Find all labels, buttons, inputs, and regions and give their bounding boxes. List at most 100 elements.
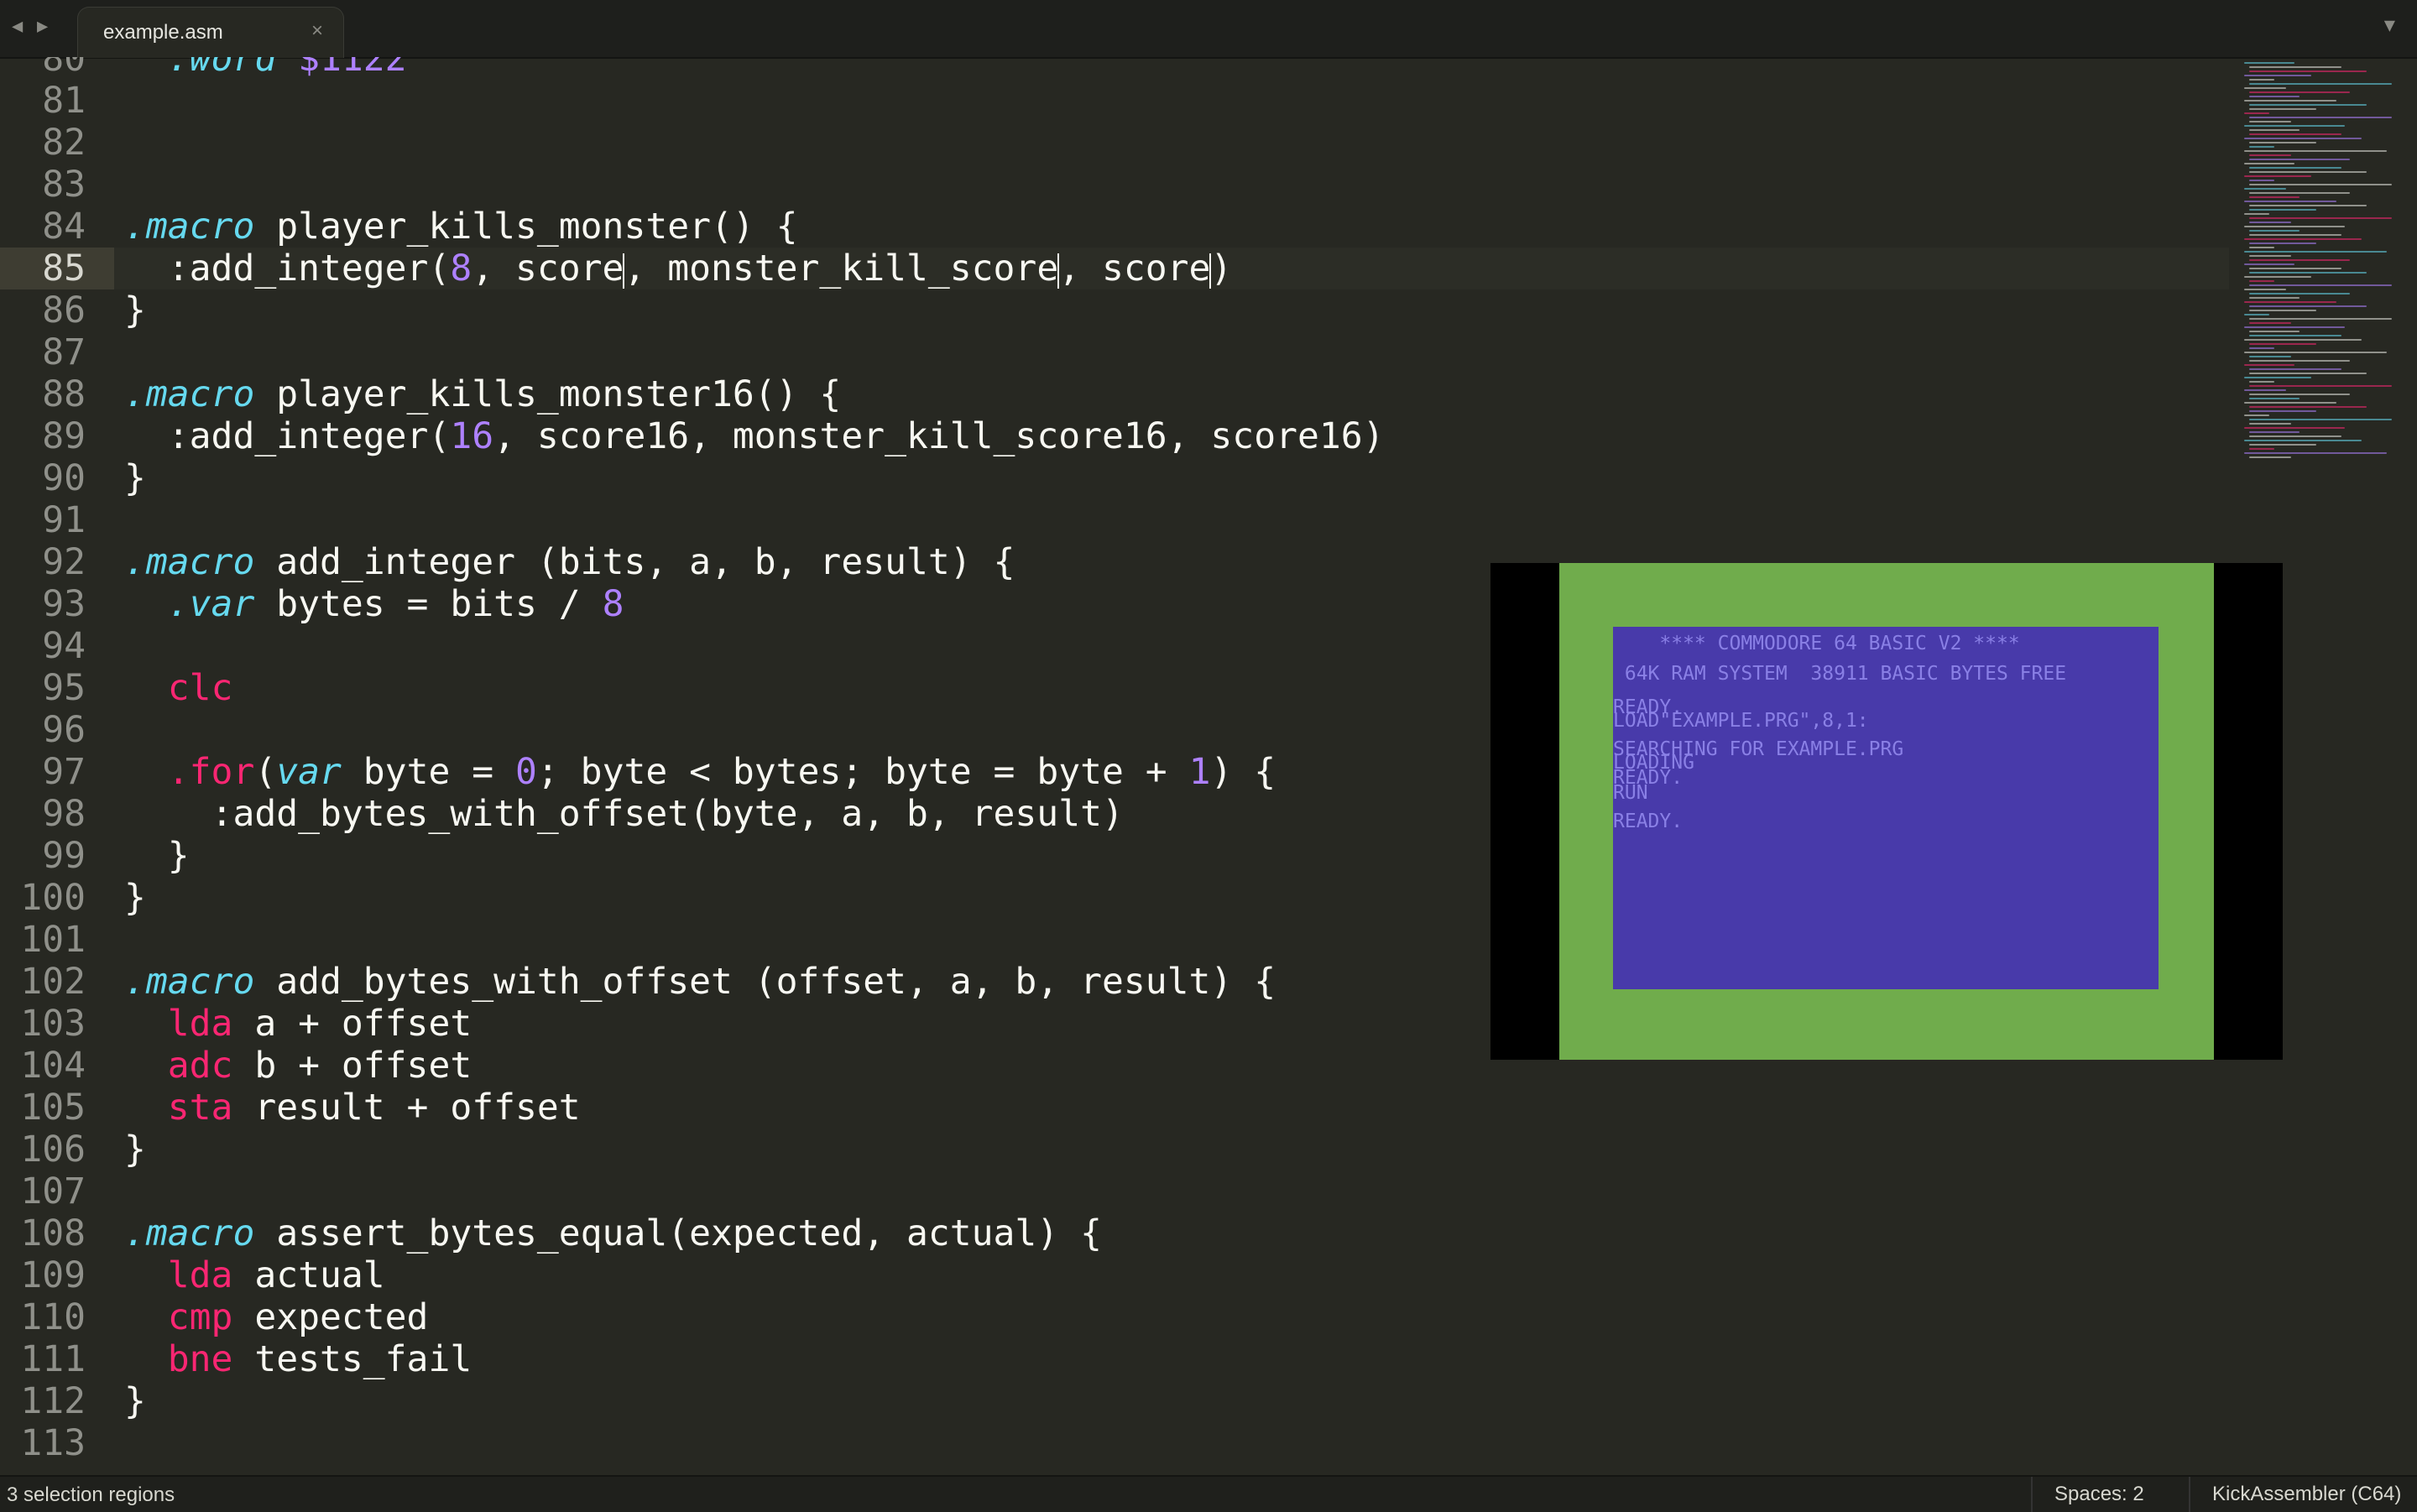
code-token: ) {: [1210, 751, 1276, 793]
syntax-setting[interactable]: KickAssembler (C64): [2189, 1477, 2417, 1512]
code-line[interactable]: }: [124, 835, 190, 877]
code-line[interactable]: cmp expected: [124, 1296, 429, 1338]
minimap-line: [2244, 414, 2269, 416]
minimap-line: [2244, 201, 2336, 202]
code-line[interactable]: :add_bytes_with_offset(byte, a, b, resul…: [124, 793, 1124, 835]
code-token: ; byte < bytes; byte = byte +: [536, 751, 1189, 793]
minimap-line: [2249, 79, 2274, 81]
minimap-line: [2244, 364, 2294, 366]
minimap-line: [2249, 255, 2291, 257]
minimap-line: [2249, 310, 2316, 311]
code-token: .macro: [124, 373, 255, 415]
line-number: 101: [20, 919, 86, 961]
code-line[interactable]: lda a + offset: [124, 1003, 472, 1045]
code-token: 8: [602, 583, 624, 625]
code-line[interactable]: }: [124, 877, 146, 919]
code-line[interactable]: }: [124, 457, 146, 499]
code-token: lda: [167, 1003, 233, 1045]
code-token: sta: [167, 1087, 233, 1129]
c64-screen: **** COMMODORE 64 BASIC V2 **** 64K RAM …: [1613, 627, 2159, 989]
line-number: 99: [42, 835, 86, 877]
c64-text-line: 64K RAM SYSTEM 38911 BASIC BYTES FREE: [1613, 663, 2067, 685]
code-token: $1122: [298, 57, 407, 80]
code-line[interactable]: .macro player_kills_monster16() {: [124, 373, 841, 415]
code-line[interactable]: }: [124, 1380, 146, 1422]
code-line[interactable]: }: [124, 1129, 146, 1170]
c64-emulator-window: **** COMMODORE 64 BASIC V2 **** 64K RAM …: [1490, 563, 2283, 1060]
code-line[interactable]: :add_integer(16, score16, monster_kill_s…: [124, 415, 1385, 457]
code-line[interactable]: .macro player_kills_monster() {: [124, 206, 798, 248]
code-line[interactable]: .macro assert_bytes_equal(expected, actu…: [124, 1212, 1102, 1254]
minimap-line: [2244, 163, 2294, 164]
code-line[interactable]: .macro add_bytes_with_offset (offset, a,…: [124, 961, 1276, 1003]
minimap-line: [2249, 305, 2367, 307]
minimap-line: [2249, 284, 2392, 286]
code-token: bne: [167, 1338, 233, 1380]
code-token: clc: [167, 667, 233, 709]
minimap-line: [2249, 70, 2367, 72]
minimap-line: [2244, 263, 2294, 265]
chevron-down-icon[interactable]: ▼: [2384, 15, 2395, 36]
minimap-line: [2249, 398, 2300, 399]
c64-border: **** COMMODORE 64 BASIC V2 **** 64K RAM …: [1559, 563, 2214, 1060]
minimap-line: [2249, 104, 2367, 106]
code-line[interactable]: .macro add_integer (bits, a, b, result) …: [124, 541, 1015, 583]
code-line[interactable]: .var bytes = bits / 8: [124, 583, 624, 625]
line-number: 108: [20, 1212, 86, 1254]
code-token: ): [1210, 248, 1233, 289]
minimap-line: [2244, 62, 2294, 64]
minimap-line: [2249, 268, 2341, 269]
minimap-line: [2244, 326, 2345, 328]
forward-arrow-icon[interactable]: ▶: [37, 15, 48, 39]
minimap-line: [2249, 66, 2341, 68]
code-token: .macro: [124, 1212, 255, 1254]
line-number: 81: [42, 80, 86, 122]
close-icon[interactable]: ×: [311, 19, 323, 43]
indentation-setting[interactable]: Spaces: 2: [2031, 1477, 2189, 1512]
minimap-line: [2249, 142, 2316, 143]
line-number: 84: [42, 206, 86, 248]
code-line[interactable]: clc: [124, 667, 233, 709]
code-line[interactable]: :add_integer(8, score, monster_kill_scor…: [124, 248, 1233, 289]
minimap-line: [2249, 230, 2300, 232]
minimap-line: [2249, 435, 2341, 437]
code-line[interactable]: adc b + offset: [124, 1045, 472, 1087]
code-token: }: [124, 1129, 146, 1170]
minimap-line: [2249, 448, 2274, 450]
line-number: 97: [42, 751, 86, 793]
minimap-line: [2244, 100, 2336, 102]
code-line[interactable]: lda actual: [124, 1254, 385, 1296]
code-line[interactable]: bne tests_fail: [124, 1338, 472, 1380]
editor[interactable]: 80 81 82 83 84 85 86 87 88 89 90 91 92 93 94 95 96 97 98 99…: [0, 57, 2417, 1475]
line-number: 89: [42, 415, 86, 457]
code-token: bytes = bits /: [254, 583, 603, 625]
minimap-line: [2244, 138, 2362, 139]
minimap[interactable]: [2241, 57, 2409, 493]
minimap-line: [2249, 272, 2367, 274]
minimap-line: [2249, 167, 2341, 169]
code-line[interactable]: .word $1122: [124, 57, 407, 80]
minimap-line: [2249, 406, 2367, 408]
code-token: adc: [167, 1045, 233, 1087]
code-token: 1: [1188, 751, 1211, 793]
line-number: 113: [20, 1422, 86, 1464]
minimap-line: [2244, 150, 2387, 152]
minimap-line: [2244, 377, 2311, 378]
code-token: add_bytes_with_offset (offset, a, b, res…: [254, 961, 1276, 1003]
code-token: }: [124, 457, 146, 499]
code-line[interactable]: sta result + offset: [124, 1087, 581, 1129]
minimap-line: [2244, 314, 2269, 315]
c64-text-line: LOAD"EXAMPLE.PRG",8,1:: [1613, 710, 1869, 732]
code-line[interactable]: }: [124, 289, 146, 331]
tab-example-asm[interactable]: example.asm ×: [77, 7, 344, 58]
c64-text-line: **** COMMODORE 64 BASIC V2 ****: [1613, 633, 2020, 654]
minimap-line: [2249, 347, 2274, 349]
code-line[interactable]: .for(var byte = 0; byte < bytes; byte = …: [124, 751, 1276, 793]
code-token: assert_bytes_equal(expected, actual) {: [254, 1212, 1102, 1254]
back-arrow-icon[interactable]: ◀: [12, 15, 23, 39]
